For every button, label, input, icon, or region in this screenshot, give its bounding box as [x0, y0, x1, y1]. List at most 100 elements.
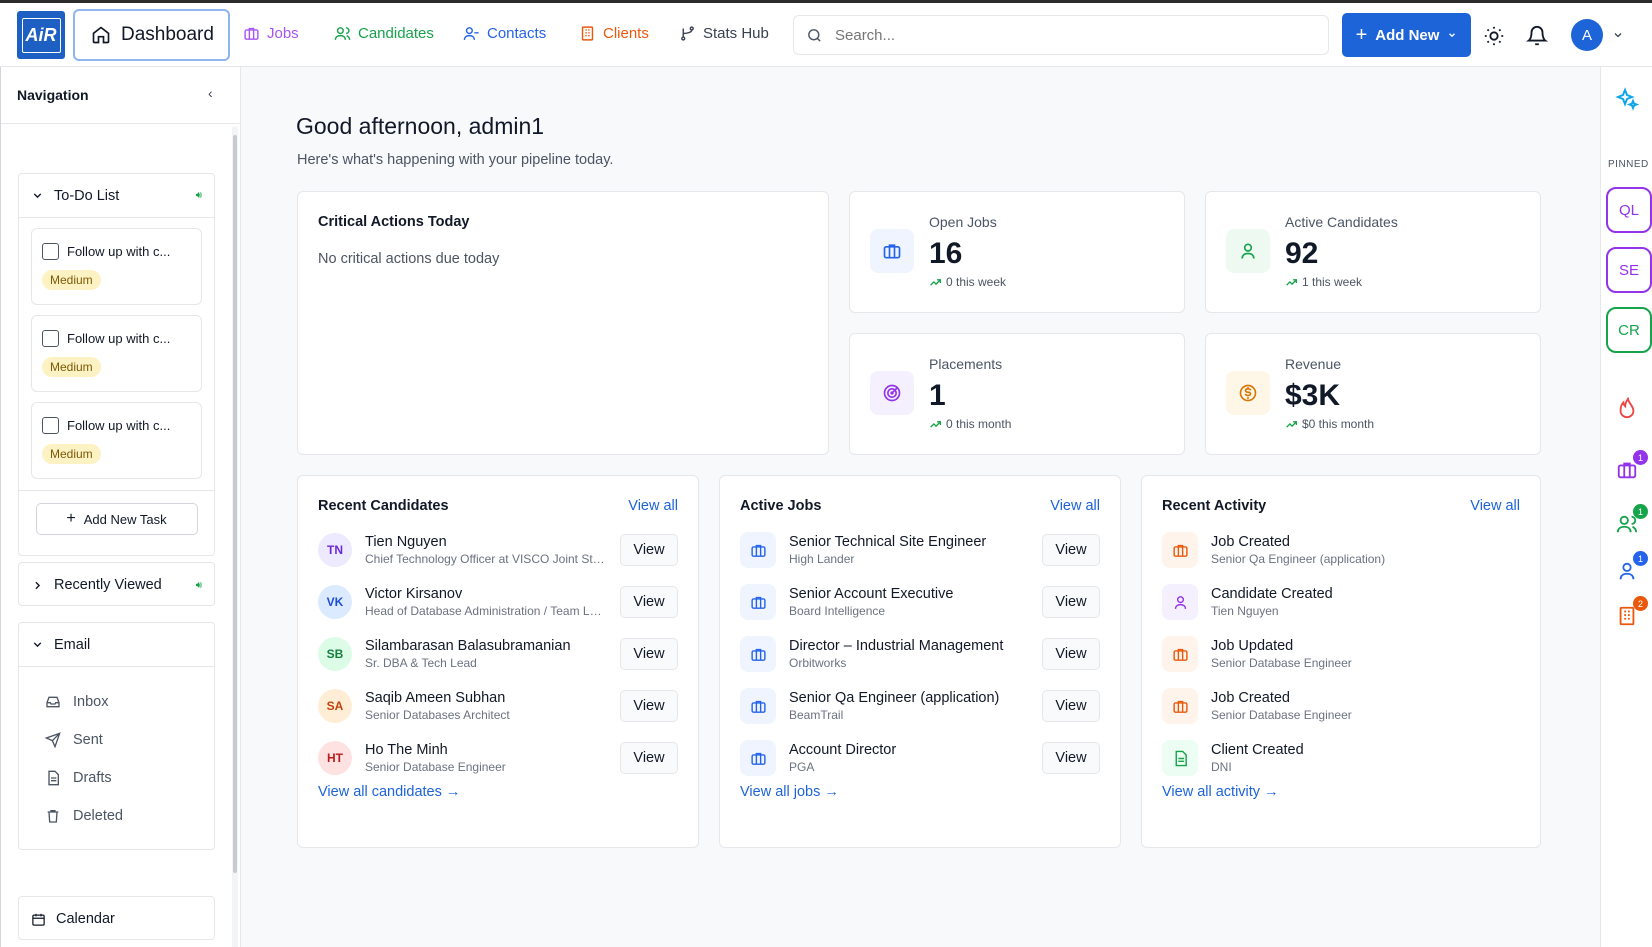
view-button[interactable]: View: [620, 638, 678, 670]
view-button[interactable]: View: [620, 742, 678, 774]
job-row[interactable]: Senior Technical Site Engineer High Lande…: [740, 530, 1100, 570]
view-all-activity-footer-link[interactable]: View all activity →: [1162, 784, 1279, 800]
nav-contacts[interactable]: Contacts: [463, 25, 546, 42]
candidate-row[interactable]: HT Ho The Minh Senior Database Engineer V…: [318, 738, 678, 778]
count-badge: 2: [1633, 596, 1648, 611]
nav-contacts-label: Contacts: [487, 25, 547, 42]
view-all-candidates-footer-link[interactable]: View all candidates →: [318, 784, 460, 800]
email-panel-header[interactable]: Email: [19, 623, 214, 667]
email-drafts[interactable]: Drafts: [19, 759, 214, 797]
stat-card-revenue[interactable]: Revenue $3K $0 this month: [1205, 333, 1541, 455]
nav-clients-label: Clients: [603, 25, 649, 42]
view-all-jobs-footer-link[interactable]: View all jobs →: [740, 784, 839, 800]
nav-stats-hub[interactable]: Stats Hub: [679, 25, 769, 42]
view-button[interactable]: View: [1042, 534, 1100, 566]
bell-icon[interactable]: [1526, 25, 1548, 47]
speaker-icon[interactable]: 🔊︎: [196, 580, 202, 591]
view-button[interactable]: View: [1042, 586, 1100, 618]
todo-checkbox[interactable]: [42, 243, 59, 260]
todo-label[interactable]: Follow up with c...: [67, 331, 170, 346]
job-company: Board Intelligence: [789, 604, 886, 618]
plus-icon: +: [66, 510, 76, 527]
stat-card-active-candidates[interactable]: Active Candidates 92 1 this week: [1205, 191, 1541, 313]
chevron-down-icon[interactable]: [1612, 29, 1624, 41]
activity-row[interactable]: Client Created DNI: [1162, 738, 1520, 778]
critical-actions-card: Critical Actions Today No critical actio…: [297, 191, 829, 455]
chevron-left-icon[interactable]: ‹: [208, 85, 213, 101]
stat-value: $3K: [1285, 379, 1341, 412]
speaker-icon[interactable]: 🔊︎: [196, 190, 202, 201]
calendar-header[interactable]: Calendar: [19, 897, 214, 941]
job-company: BeamTrail: [789, 708, 844, 722]
activity-row[interactable]: Candidate Created Tien Nguyen: [1162, 582, 1520, 622]
job-row[interactable]: Account Director PGA View: [740, 738, 1100, 778]
todo-panel-header[interactable]: To-Do List 🔊︎: [19, 174, 214, 218]
view-button[interactable]: View: [620, 586, 678, 618]
email-deleted[interactable]: Deleted: [19, 797, 214, 835]
sparkles-icon[interactable]: [1615, 87, 1639, 111]
view-button[interactable]: View: [1042, 638, 1100, 670]
calendar-title: Calendar: [56, 911, 115, 927]
trend-up-icon: [1286, 420, 1298, 428]
stat-trend-text: $0 this month: [1302, 417, 1375, 431]
calendar-icon: [32, 913, 45, 926]
pinned-item-ql[interactable]: QL: [1606, 187, 1652, 233]
view-button[interactable]: View: [1042, 742, 1100, 774]
email-inbox[interactable]: Inbox: [19, 683, 214, 721]
pinned-item-se[interactable]: SE: [1606, 247, 1652, 293]
view-button[interactable]: View: [620, 534, 678, 566]
candidate-row[interactable]: TN Tien Nguyen Chief Technology Officer a…: [318, 530, 678, 570]
job-row[interactable]: Senior Account Executive Board Intelligen…: [740, 582, 1100, 622]
job-row[interactable]: Senior Qa Engineer (application) BeamTrai…: [740, 686, 1100, 726]
candidate-row[interactable]: VK Victor Kirsanov Head of Database Admin…: [318, 582, 678, 622]
candidate-title: Senior Databases Architect: [365, 708, 510, 722]
todo-checkbox[interactable]: [42, 330, 59, 347]
view-all-jobs-link[interactable]: View all: [1050, 498, 1100, 514]
candidate-title: Senior Database Engineer: [365, 760, 506, 774]
job-company: High Lander: [789, 552, 855, 566]
add-task-button[interactable]: + Add New Task: [35, 503, 198, 535]
priority-badge: Medium: [42, 270, 101, 290]
pinned-item-cr[interactable]: CR: [1606, 307, 1652, 353]
stat-card-placements[interactable]: Placements 1 0 this month: [849, 333, 1185, 455]
email-sent[interactable]: Sent: [19, 721, 214, 759]
candidate-row[interactable]: SB Silambarasan Balasubramanian Sr. DBA &…: [318, 634, 678, 674]
recently-viewed-header[interactable]: Recently Viewed 🔊︎: [19, 563, 214, 607]
candidate-row[interactable]: SA Saqib Ameen Subhan Senior Databases Ar…: [318, 686, 678, 726]
calendar-panel[interactable]: Calendar: [18, 896, 215, 940]
flame-icon[interactable]: [1616, 397, 1638, 419]
right-rail: PINNED QL SE CR 1 1 1 2: [1600, 67, 1652, 947]
sun-icon[interactable]: [1483, 25, 1505, 47]
stat-trend: 0 this week: [929, 275, 1006, 289]
todo-checkbox[interactable]: [42, 417, 59, 434]
add-new-button[interactable]: + Add New: [1342, 13, 1471, 57]
activity-row[interactable]: Job Created Senior Database Engineer: [1162, 686, 1520, 726]
sidebar-scrollbar-thumb[interactable]: [233, 135, 237, 873]
view-all-candidates-link[interactable]: View all: [628, 498, 678, 514]
nav-jobs[interactable]: Jobs: [243, 25, 299, 42]
user-avatar[interactable]: A: [1571, 19, 1603, 51]
nav-candidates[interactable]: Candidates: [334, 25, 434, 42]
search-box[interactable]: [793, 15, 1329, 55]
recently-viewed-panel[interactable]: Recently Viewed 🔊︎: [18, 562, 215, 606]
avatar-initial: A: [1581, 26, 1592, 44]
todo-item: Follow up with c... Medium: [31, 228, 202, 305]
users-icon: [334, 27, 351, 40]
view-button[interactable]: View: [620, 690, 678, 722]
nav-clients[interactable]: Clients: [579, 25, 649, 42]
stat-card-open-jobs[interactable]: Open Jobs 16 0 this week: [849, 191, 1185, 313]
activity-row[interactable]: Job Updated Senior Database Engineer: [1162, 634, 1520, 674]
recent-candidates-title: Recent Candidates: [318, 498, 449, 514]
todo-label[interactable]: Follow up with c...: [67, 418, 170, 433]
app-logo[interactable]: AiR: [17, 11, 65, 59]
view-all-activity-link[interactable]: View all: [1470, 498, 1520, 514]
todo-label[interactable]: Follow up with c...: [67, 244, 170, 259]
stat-trend-text: 1 this week: [1302, 275, 1363, 289]
email-sent-label: Sent: [73, 732, 103, 748]
search-input[interactable]: [835, 26, 1305, 44]
activity-row[interactable]: Job Created Senior Qa Engineer (applicati…: [1162, 530, 1520, 570]
view-button[interactable]: View: [1042, 690, 1100, 722]
briefcase-icon: [740, 636, 776, 672]
job-row[interactable]: Director – Industrial Management Orbitwor…: [740, 634, 1100, 674]
dashboard-button[interactable]: Dashboard: [73, 9, 230, 61]
